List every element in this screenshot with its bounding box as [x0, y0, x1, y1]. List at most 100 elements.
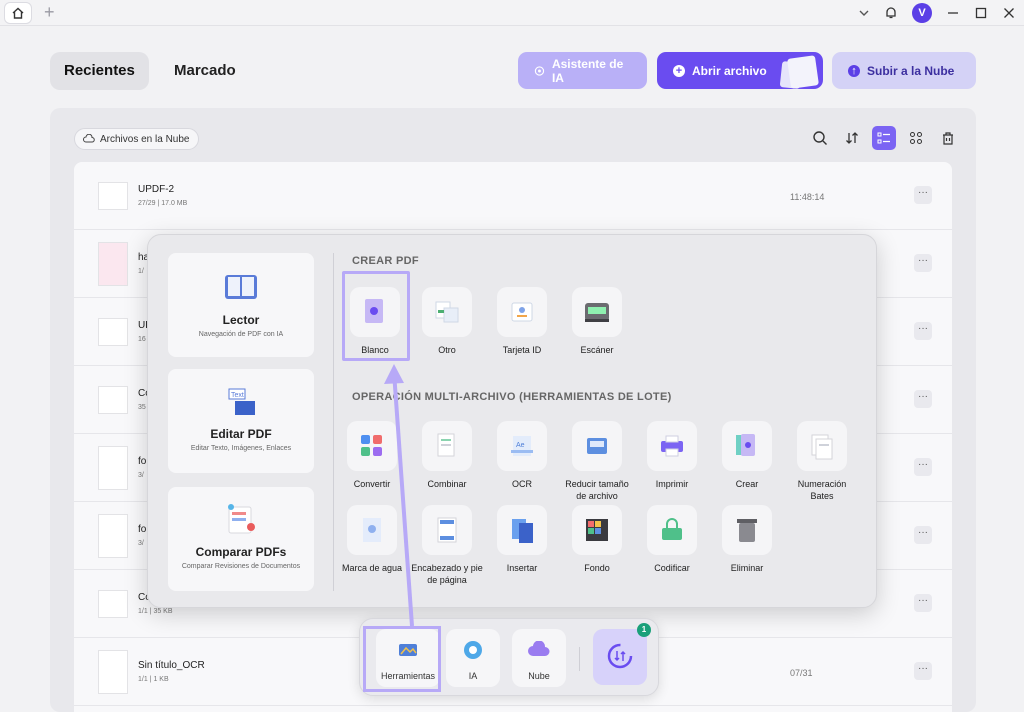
grid-view-icon[interactable] [904, 126, 928, 150]
bates-numbering-icon [811, 434, 833, 460]
document-decoration-icon [787, 55, 819, 89]
tab-recientes[interactable]: Recientes [50, 52, 149, 90]
tool-ocr[interactable]: Ae OCR [486, 421, 558, 490]
tool-numeracion-bates[interactable]: Numeración Bates [786, 421, 858, 502]
tool-insertar[interactable]: Insertar [486, 505, 558, 574]
file-time: 07/31 [790, 668, 813, 678]
file-meta: 16 [138, 336, 146, 343]
more-options-button[interactable]: ··· [914, 594, 932, 612]
dock-label: Nube [528, 671, 550, 681]
herramientas-highlight-box [363, 626, 441, 692]
search-icon[interactable] [808, 126, 832, 150]
compare-pdfs-card[interactable]: Comparar PDFs Comparar Revisiones de Doc… [168, 487, 314, 591]
create-icon [736, 434, 755, 456]
file-thumbnail [98, 514, 128, 558]
more-options-button[interactable]: ··· [914, 526, 932, 544]
tool-combinar[interactable]: Combinar [411, 421, 483, 490]
file-thumbnail [98, 318, 128, 346]
file-name: fo [138, 456, 147, 467]
title-bar: + V [0, 0, 1024, 26]
trash-icon[interactable] [936, 126, 960, 150]
tool-reducir[interactable]: Reducir tamaño de archivo [561, 421, 633, 502]
tool-crear[interactable]: Crear [711, 421, 783, 490]
tool-convertir[interactable]: Convertir [336, 421, 408, 490]
tool-escaner[interactable]: Escáner [561, 287, 633, 356]
more-options-button[interactable]: ··· [914, 390, 932, 408]
convert-icon [361, 435, 382, 456]
edit-pdf-subtitle: Editar Texto, Imágenes, Enlaces [190, 445, 292, 452]
tool-label: Encabezado y pie de página [411, 563, 483, 585]
tool-label: Numeración Bates [797, 479, 847, 501]
dock-nube[interactable]: Nube [512, 629, 566, 687]
file-meta: 1/1 | 1 KB [138, 676, 169, 683]
tool-encabezado[interactable]: Encabezado y pie de página [411, 505, 483, 586]
dock-ia[interactable]: IA [446, 629, 500, 687]
batch-tools-heading: OPERACIÓN MULTI-ARCHIVO (HERRAMIENTAS DE… [352, 391, 672, 403]
sync-button[interactable]: 1 [593, 623, 651, 685]
more-options-button[interactable]: ··· [914, 254, 932, 272]
reader-title: Lector [222, 313, 260, 327]
tool-label: Fondo [584, 563, 610, 573]
tool-marca-de-agua[interactable]: Marca de agua [336, 505, 408, 574]
ai-assistant-label: Asistente de IA [551, 56, 624, 85]
svg-text:Ae: Ae [516, 442, 525, 449]
tab-marcado[interactable]: Marcado [160, 52, 250, 90]
chevron-down-icon[interactable] [858, 7, 870, 19]
file-time: 11:48:14 [790, 192, 825, 202]
sort-icon[interactable] [840, 126, 864, 150]
ocr-icon: Ae [511, 436, 533, 456]
tool-label: Codificar [654, 563, 690, 573]
cloud-files-filter[interactable]: Archivos en la Nube [74, 128, 199, 150]
ai-target-icon [534, 65, 545, 76]
combine-icon [437, 433, 455, 457]
sync-icon [607, 643, 633, 669]
home-icon [12, 7, 24, 19]
tool-fondo[interactable]: Fondo [561, 505, 633, 574]
tool-label: Eliminar [730, 563, 764, 573]
file-meta: 1/1 | 35 KB [138, 608, 173, 615]
tool-imprimir[interactable]: Imprimir [636, 421, 708, 490]
tool-tarjeta-id[interactable]: Tarjeta ID [486, 287, 558, 356]
dock-separator [579, 647, 580, 671]
file-name: fo [138, 524, 147, 535]
upload-cloud-label: Subir a la Nube [867, 63, 955, 78]
new-tab-button[interactable]: + [44, 2, 55, 22]
maximize-icon[interactable] [974, 6, 988, 20]
divider [333, 253, 334, 591]
list-view-icon[interactable] [872, 126, 896, 150]
watermark-icon [363, 518, 381, 542]
file-thumbnail [98, 590, 128, 618]
bell-icon[interactable] [884, 6, 898, 20]
edit-pdf-card[interactable]: Text Editar PDF Editar Texto, Imágenes, … [168, 369, 314, 473]
upload-arrow-icon: ↑ [848, 64, 860, 77]
more-options-button[interactable]: ··· [914, 458, 932, 476]
cloud-files-label: Archivos en la Nube [100, 133, 190, 145]
file-row[interactable]: UPDF-2 27/29 | 17.0 MB 11:48:14 ··· [74, 162, 952, 230]
compare-pdfs-title: Comparar PDFs [195, 545, 287, 559]
ai-assistant-button[interactable]: Asistente de IA [518, 52, 647, 89]
home-tab-button[interactable] [4, 2, 32, 24]
file-name: UPDF-2 [138, 184, 175, 195]
tool-label: Escáner [580, 345, 614, 355]
tool-eliminar[interactable]: Eliminar [711, 505, 783, 574]
avatar[interactable]: V [912, 3, 932, 23]
edit-text-icon: Text [228, 388, 255, 415]
tool-label: Convertir [353, 479, 391, 489]
file-meta: 3/ [138, 540, 144, 547]
other-format-icon [435, 301, 459, 323]
reader-card[interactable]: Lector Navegación de PDF con IA [168, 253, 314, 357]
tool-otro[interactable]: Otro [411, 287, 483, 356]
minimize-icon[interactable] [946, 6, 960, 20]
tool-codificar[interactable]: Codificar [636, 505, 708, 574]
file-name: Sin título_OCR [138, 660, 205, 671]
tool-label: Reducir tamaño de archivo [565, 479, 629, 501]
close-icon[interactable] [1002, 6, 1016, 20]
more-options-button[interactable]: ··· [914, 322, 932, 340]
upload-cloud-button[interactable]: ↑ Subir a la Nube [832, 52, 976, 89]
open-file-button[interactable]: + Abrir archivo [657, 52, 823, 89]
printer-icon [661, 435, 683, 457]
id-card-icon [511, 302, 533, 322]
more-options-button[interactable]: ··· [914, 186, 932, 204]
view-toolbar [808, 126, 960, 150]
more-options-button[interactable]: ··· [914, 662, 932, 680]
